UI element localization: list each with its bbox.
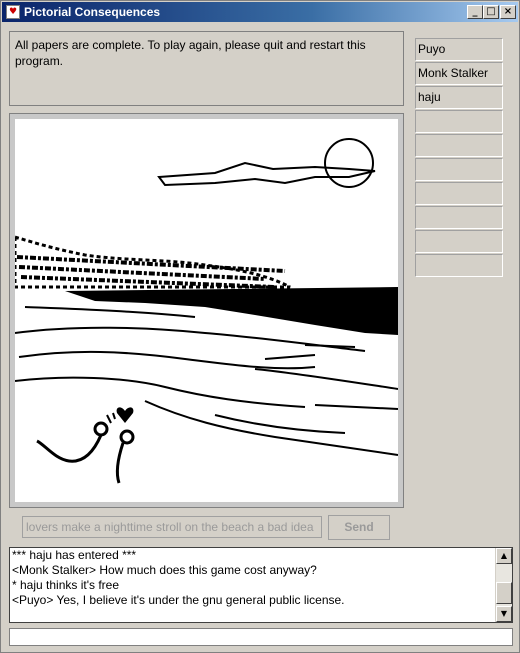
player-slot: Puyo [415,38,503,61]
arrow-down-icon[interactable]: ▼ [496,606,512,622]
chat-log: *** haju has entered *** <Monk Stalker> … [9,547,513,623]
heart-drawing [116,407,134,423]
arrow-up-icon[interactable]: ▲ [496,548,512,564]
player-slot [415,230,503,253]
close-button[interactable]: × [500,5,516,19]
chat-line: <Monk Stalker> How much does this game c… [12,563,317,577]
player-slot [415,182,503,205]
player-slot: haju [415,86,503,109]
maximize-button[interactable]: □ [483,5,499,19]
player-slot [415,158,503,181]
title-bar[interactable]: ♥ Pictorial Consequences _ □ × [2,2,518,22]
window-title: Pictorial Consequences [24,5,161,19]
player-slot: Monk Stalker [415,62,503,85]
figure-one-drawing [36,434,103,463]
player-slot [415,110,503,133]
player-slot [415,254,503,277]
scrollbar-thumb[interactable] [496,582,512,604]
status-message: All papers are complete. To play again, … [9,31,404,106]
chat-scrollbar[interactable]: ▲ ▼ [495,548,512,622]
chat-line: *** haju has entered *** [12,548,137,562]
player-list: Puyo Monk Stalker haju [415,38,503,278]
moon-drawing [324,138,374,188]
player-slot [415,206,503,229]
chat-line: <Puyo> Yes, I believe it's under the gnu… [12,593,345,607]
chat-line: * haju thinks it's free [12,578,120,592]
drawing-canvas-frame [9,113,404,508]
send-button[interactable]: Send [328,515,390,540]
drawing-canvas[interactable] [13,119,399,502]
app-icon: ♥ [6,5,20,19]
caption-input[interactable]: lovers make a nighttime stroll on the be… [22,516,322,538]
cloud-drawing [157,161,376,187]
player-slot [415,134,503,157]
minimize-button[interactable]: _ [467,5,483,19]
figure-two-drawing [115,442,125,484]
beach-drawing [13,138,399,484]
chat-input[interactable] [9,628,513,646]
app-window: ♥ Pictorial Consequences _ □ × All paper… [0,0,520,653]
